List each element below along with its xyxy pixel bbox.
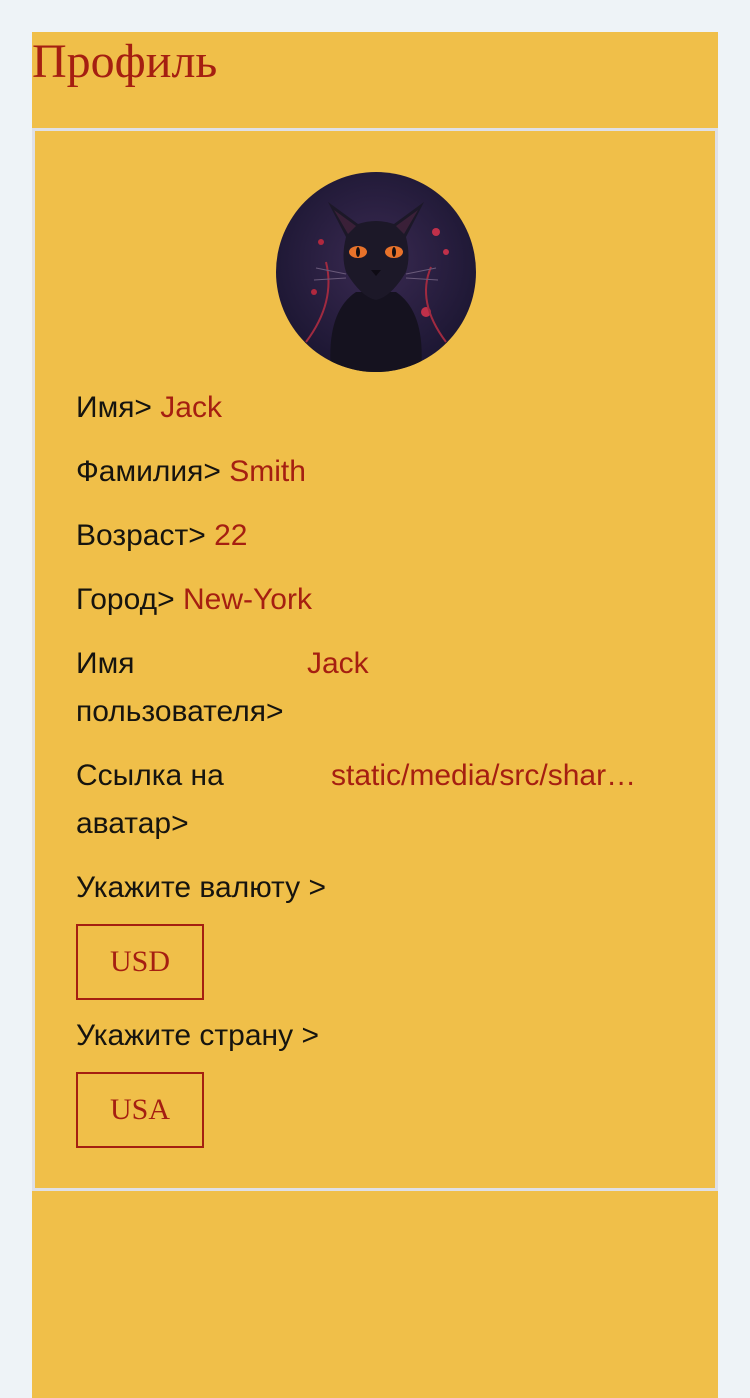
last-name-row: Фамилия> Smith (76, 448, 306, 496)
first-name-value: Jack (160, 391, 222, 424)
city-label: Город> (76, 583, 175, 616)
last-name-label: Фамилия> (76, 455, 221, 488)
city-row: Город> New-York (76, 576, 312, 624)
last-name-value: Smith (229, 455, 306, 488)
first-name-label: Имя> (76, 391, 152, 424)
currency-label: Укажите валюту > (76, 871, 326, 904)
first-name-row: Имя> Jack (76, 384, 222, 432)
page-title: Профиль (32, 35, 218, 88)
profile-card: Имя> Jack Фамилия> Smith Возраст> 22 Гор… (32, 128, 718, 1191)
currency-select[interactable]: USD (76, 924, 204, 1000)
username-label: Имя пользователя> (76, 647, 284, 728)
avatar-link-label: Ссылка на аватар> (76, 759, 224, 840)
avatar-link-value: static/media/src/shar… (331, 759, 637, 792)
username-row: Имя пользователя> Jack (76, 640, 676, 736)
age-row: Возраст> 22 (76, 512, 247, 560)
country-select[interactable]: USA (76, 1072, 204, 1148)
profile-page: Профиль Имя> Jack Фамилия> Smith Возраст… (32, 32, 718, 1398)
country-label: Укажите страну > (76, 1019, 319, 1052)
username-value: Jack (307, 647, 369, 680)
age-label: Возраст> (76, 519, 206, 552)
black-cat-avatar-icon (276, 172, 476, 372)
age-value: 22 (214, 519, 248, 552)
avatar (276, 172, 476, 372)
city-value: New-York (183, 583, 312, 616)
avatar-link-row: Ссылка на аватар> static/media/src/shar… (76, 752, 676, 848)
